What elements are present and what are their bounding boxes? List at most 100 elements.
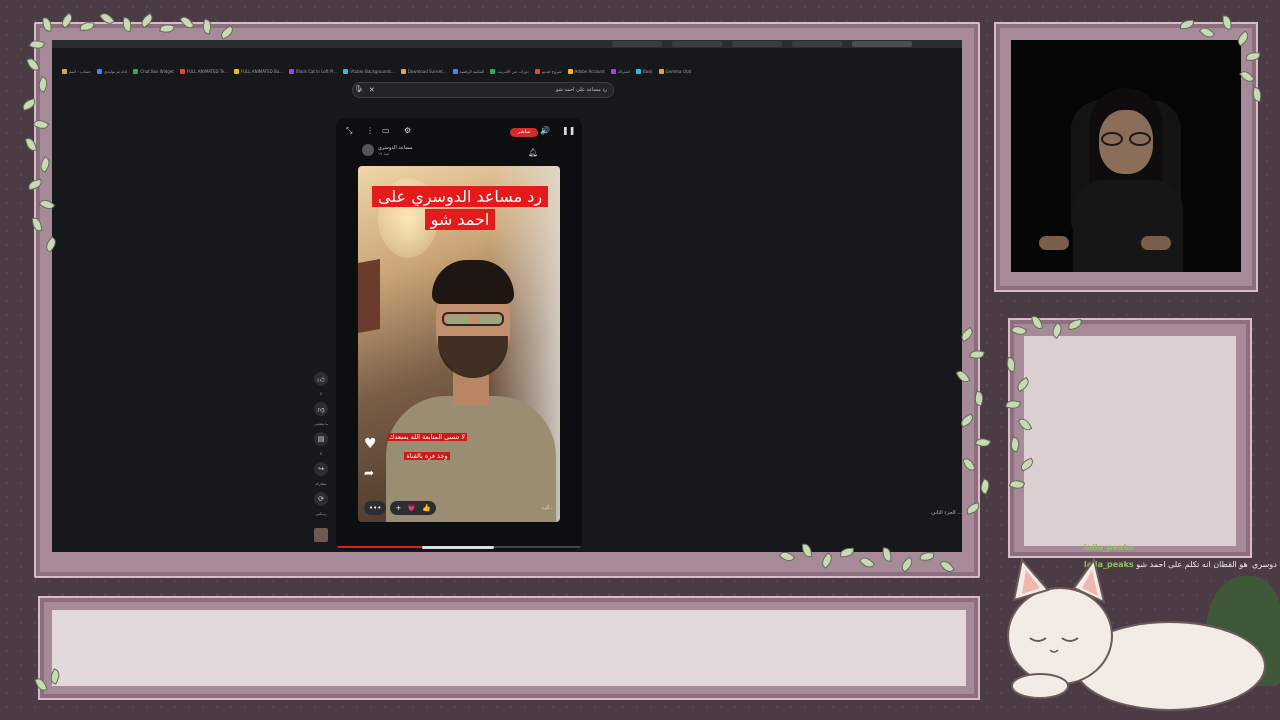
browser-tab-active[interactable] xyxy=(852,41,912,47)
bookmark-favicon-icon xyxy=(534,68,540,74)
bookmark-favicon-icon xyxy=(179,68,185,74)
bookmark-label: Chat Box Widget xyxy=(140,68,174,74)
bookmark-item[interactable]: FULL ANIMATED Ba... xyxy=(233,68,284,74)
heart-emoji[interactable]: 💗 xyxy=(407,504,416,512)
bookmark-label: المكتبة الرقمية xyxy=(459,68,485,74)
browser-tab[interactable] xyxy=(672,41,722,47)
bookmark-item[interactable]: FULL ANIMATED Te... xyxy=(179,68,228,74)
pause-icon[interactable]: ❚❚ xyxy=(562,126,575,135)
shorts-side-actions: 👍︎ 2 👎︎ ما يعجبني ▤ 0 ↪ مشاركة ⟳ ريمكس xyxy=(312,372,330,542)
bell-icon[interactable]: 🔔︎ xyxy=(528,148,538,157)
chat-panel xyxy=(1024,336,1236,546)
reaction-bar[interactable]: + 💗 👍 xyxy=(390,501,436,515)
bookmark-label: FULL ANIMATED Te... xyxy=(186,68,228,74)
bookmark-item[interactable]: Chat Box Widget xyxy=(133,68,174,74)
bookmarks-bar: حساب - اسم اداة تم توليدي Chat Box Widget F… xyxy=(52,64,962,78)
shorts-bottom-bar: ••• + 💗 👍 الرد... xyxy=(358,498,560,518)
channel-info[interactable]: مساعد الدوسري منذ ١٩ xyxy=(362,144,413,156)
bookmark-favicon-icon xyxy=(289,68,295,74)
like-icon[interactable]: 👍︎ xyxy=(314,372,328,386)
search-input[interactable]: رد مساعد على احمد شو xyxy=(381,87,607,93)
more-button[interactable]: ••• xyxy=(364,501,387,515)
thumbs-up-emoji[interactable]: 👍 xyxy=(422,504,431,512)
video-title-line-2: احمد شو xyxy=(424,209,496,230)
settings-icon[interactable]: ⚙ xyxy=(404,126,411,135)
bookmark-item[interactable]: اشتراك xyxy=(610,68,630,74)
captions-icon[interactable]: ▭ xyxy=(382,126,390,135)
wall-art xyxy=(358,259,380,333)
bookmark-favicon-icon xyxy=(452,68,458,74)
search-bar[interactable]: ⌕ ✕ رد مساعد على احمد شو xyxy=(352,82,614,98)
bookmark-item[interactable]: حساب - اسم xyxy=(62,68,92,74)
channel-avatar[interactable] xyxy=(362,144,374,156)
heart-icon: ♥ xyxy=(364,436,377,452)
plus-icon[interactable]: + xyxy=(395,504,401,512)
bookmark-label: Adobe Account xyxy=(574,68,605,74)
chat-username: laila_peaks xyxy=(1084,543,1134,552)
clear-icon[interactable]: ✕ xyxy=(369,86,375,94)
leaf xyxy=(977,478,993,495)
more-vert-icon[interactable]: ⋮ xyxy=(366,126,374,135)
caption-line-2: وخذ فره بالقناة xyxy=(404,452,450,460)
bookmark-favicon-icon xyxy=(233,68,239,74)
shorts-player[interactable]: ⤡ ⋮ ▭ ⚙ مباشر 🔊 ❚❚ مساعد الدوسري منذ ١٩ … xyxy=(336,118,582,550)
bookmark-item[interactable]: Vtuber Backgrounds... xyxy=(343,68,395,74)
bookmark-favicon-icon xyxy=(635,68,641,74)
bookmark-label: FULL ANIMATED Ba... xyxy=(240,68,284,74)
bookmark-label: Black Cat In Loft Pl... xyxy=(296,68,338,74)
bookmark-label: Bask xyxy=(642,68,653,74)
chat-message: laila_peaks xyxy=(1084,543,1134,552)
comment-icon[interactable]: ▤ xyxy=(314,432,328,446)
dislike-icon[interactable]: 👎︎ xyxy=(314,402,328,416)
expand-icon[interactable]: ⤡ xyxy=(346,126,352,136)
video-title-line-1: رد مساعد الدوسري على xyxy=(371,186,549,207)
bookmark-label: Download Sunset... xyxy=(407,68,447,74)
browser-tab[interactable] xyxy=(792,41,842,47)
bookmark-label: حساب - اسم xyxy=(69,68,92,74)
video-caption: لا تنسى المتابعة الله يسعدك وخذ فره بالق… xyxy=(382,424,472,462)
volume-icon[interactable]: 🔊 xyxy=(540,126,550,135)
bookmark-item[interactable]: شروح فيديو xyxy=(534,68,562,74)
share-arrow-icon: ➦ xyxy=(364,466,375,480)
action-label: ريمكس xyxy=(315,512,327,516)
bookmark-favicon-icon xyxy=(97,68,103,74)
scrubber-handle[interactable] xyxy=(422,546,494,549)
bookmark-favicon-icon xyxy=(133,68,139,74)
leaf xyxy=(1245,51,1261,62)
bookmark-label: Vtuber Backgrounds... xyxy=(350,68,395,74)
stream-chat-overlay: الجزء الثاني ... xyxy=(931,510,962,516)
bookmark-item[interactable]: Download Sunset... xyxy=(400,68,447,74)
avatar-hand-left xyxy=(1039,236,1069,250)
channel-subtext: منذ ١٩ xyxy=(378,150,390,156)
video-frame[interactable]: رد مساعد الدوسري على احمد شو لا تنسى الم… xyxy=(358,166,560,522)
bookmark-favicon-icon xyxy=(343,68,349,74)
video-title-overlay: رد مساعد الدوسري على احمد شو xyxy=(370,186,550,232)
bookmark-label: اشتراك xyxy=(617,68,630,74)
remix-icon[interactable]: ⟳ xyxy=(314,492,328,506)
bookmark-item[interactable]: دورات عن الانترنت xyxy=(490,68,529,74)
avatar-glasses xyxy=(1099,132,1153,146)
action-label: 2 xyxy=(319,392,323,396)
stream-overlay: حساب - اسم اداة تم توليدي Chat Box Widget F… xyxy=(0,0,1280,720)
bookmark-item[interactable]: المكتبة الرقمية xyxy=(452,68,485,74)
bookmark-item[interactable]: Black Cat In Loft Pl... xyxy=(289,68,338,74)
microphone-icon[interactable]: 🎙 xyxy=(354,85,364,95)
bookmark-item[interactable]: اداة تم توليدي xyxy=(97,68,127,74)
main-screen: حساب - اسم اداة تم توليدي Chat Box Widget F… xyxy=(52,40,962,552)
bookmark-favicon-icon xyxy=(610,68,616,74)
player-top-controls: ⤡ ⋮ ▭ ⚙ مباشر 🔊 ❚❚ xyxy=(336,126,582,140)
progress-fill xyxy=(336,546,423,548)
action-label: ما يعجبني xyxy=(313,422,328,426)
bookmark-favicon-icon xyxy=(62,68,67,74)
browser-tab[interactable] xyxy=(612,41,662,47)
action-label: مشاركة xyxy=(315,482,327,486)
bookmark-item[interactable]: Bask xyxy=(635,68,653,74)
channel-avatar-small[interactable] xyxy=(314,528,328,542)
bookmark-item[interactable]: Gemma chat xyxy=(658,68,691,74)
bookmark-favicon-icon xyxy=(658,68,664,74)
bottom-title[interactable]: الرد... xyxy=(541,505,554,511)
browser-tab[interactable] xyxy=(732,41,782,47)
share-icon[interactable]: ↪ xyxy=(314,462,328,476)
channel-name[interactable]: مساعد الدوسري xyxy=(378,145,413,151)
bookmark-item[interactable]: Adobe Account xyxy=(567,68,605,74)
